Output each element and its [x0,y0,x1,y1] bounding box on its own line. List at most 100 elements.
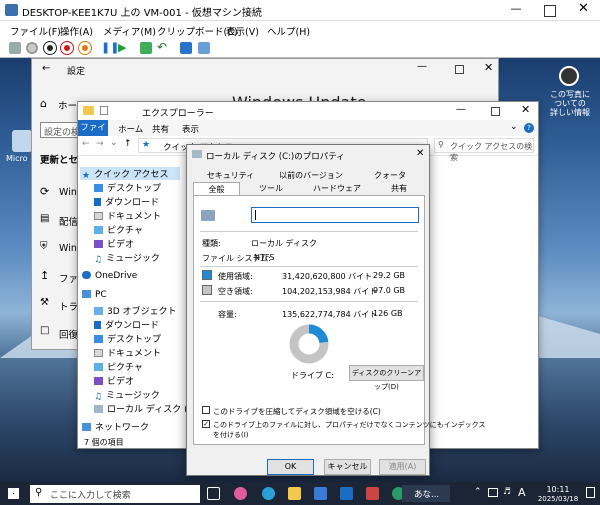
resume-icon[interactable]: ▶ [118,42,130,54]
explorer-maximize-button[interactable] [491,107,500,116]
explorer-ribbon-tabs: ファイル ホーム 共有 表示 ⌄ ? [78,120,538,149]
share-icon[interactable] [198,42,210,54]
notification-icon[interactable] [586,487,595,498]
nav-pc-videos[interactable]: ビデオ [94,374,134,387]
tab-sharing[interactable]: 共有 [373,182,425,195]
tray-chevron-icon[interactable]: ⌃ [474,487,482,497]
taskbar-search-box[interactable]: ⚲ ここに入力して検索 [30,485,200,503]
windows-start-icon[interactable] [8,488,19,499]
nav-pc-3d[interactable]: 3D オブジェクト [94,304,177,317]
nav-pc-pictures[interactable]: ピクチャ [94,360,143,373]
copilot-icon[interactable] [234,487,247,500]
cancel-button[interactable]: キャンセル [324,459,371,475]
outlook-icon[interactable] [340,487,353,500]
clock-time[interactable]: 10:11 [538,485,578,494]
nav-pc[interactable]: PC [82,290,107,300]
taskbar-search-text: ここに入力して検索 [50,491,131,501]
nav-onedrive[interactable]: OneDrive [82,271,137,281]
nav-network[interactable]: ネットワーク [82,420,149,433]
settings-close-button[interactable]: ✕ [484,61,493,74]
file-explorer-icon[interactable] [288,487,301,500]
ime-mode-icon[interactable]: A [518,486,526,499]
dialog-close-button[interactable]: ✕ [416,148,424,159]
tab-previous-versions[interactable]: 以前のバージョン [269,169,353,182]
clock-date[interactable]: 2025/03/18 [533,495,583,503]
nav-qa-music[interactable]: ♫ ミュージック [94,251,160,265]
nav-qa-pictures[interactable]: ピクチャ [94,223,143,236]
store-icon[interactable] [314,487,327,500]
settings-maximize-button[interactable] [455,65,464,74]
disk-properties-dialog: ローカル ディスク (C:)のプロパティ ✕ セキュリティ 以前のバージョン ク… [186,144,485,476]
save-icon[interactable] [79,42,91,54]
nav-qa-desktop[interactable]: デスクトップ [94,181,161,194]
nav-pc-documents[interactable]: ドキュメント [94,346,161,359]
start-icon[interactable] [26,42,38,54]
nav-qa-downloads[interactable]: ダウンロード [94,195,159,208]
explorer-close-button[interactable]: ✕ [521,103,530,116]
nav-pc-music[interactable]: ♫ ミュージック [94,388,160,402]
maximize-button[interactable] [544,5,556,17]
nav-pc-local-disk[interactable]: ローカル ディスク (C:) [94,402,200,415]
checkpoint-icon[interactable] [140,42,152,54]
menu-file[interactable]: ファイル(F) [10,24,61,38]
vm-app-icon [5,4,18,16]
recent-chevron-icon[interactable]: ⌄ [110,138,118,148]
nav-pc-downloads[interactable]: ダウンロード [94,318,159,331]
pause-icon[interactable]: ❚❚ [101,42,119,54]
nav-pc-desktop[interactable]: デスクトップ [94,332,161,345]
network-tray-icon[interactable] [488,488,498,497]
media-app-icon[interactable] [366,487,379,500]
compress-checkbox[interactable] [202,406,210,414]
up-arrow-icon[interactable]: ↑ [124,139,132,149]
ok-button[interactable]: OK [267,459,314,475]
host-window-title: DESKTOP-KEE1K7U 上の VM-001 - 仮想マシン接続 [22,8,262,19]
tab-home[interactable]: ホーム [118,123,143,135]
menu-view[interactable]: 表示(V) [226,24,259,38]
tab-general[interactable]: 全般 [193,182,240,196]
explorer-minimize-button[interactable]: — [456,104,466,115]
menu-media[interactable]: メディア(M) [103,24,156,38]
recovery-icon: □ [40,325,50,336]
disk-cleanup-button[interactable]: ディスクのクリーンアップ(D) [349,365,424,391]
tab-hardware[interactable]: ハードウェア [302,182,372,195]
quick-access-toolbar-icon[interactable] [100,106,108,115]
menu-help[interactable]: ヘルプ(H) [267,24,310,38]
turn-off-icon[interactable] [44,42,56,54]
host-toolbar: ❚❚ ▶ ↶ [0,38,600,58]
settings-back-icon[interactable]: ← [42,63,50,74]
help-icon[interactable]: ? [524,123,534,133]
index-checkbox[interactable]: ✓ [202,420,210,428]
menu-action[interactable]: 操作(A) [60,24,93,38]
revert-icon[interactable]: ↶ [157,41,169,54]
edge-icon[interactable] [262,487,275,500]
apply-button[interactable]: 適用(A) [379,459,426,475]
tab-tools[interactable]: ツール [241,182,301,195]
tab-file[interactable]: ファイル [78,120,108,149]
minimize-button[interactable]: — [506,2,526,15]
camera-icon[interactable] [559,66,579,86]
tab-quota[interactable]: クォータ [355,169,425,182]
enhanced-session-icon[interactable] [180,42,192,54]
ctrl-alt-del-icon[interactable] [9,42,21,54]
nav-qa-videos[interactable]: ビデオ [94,237,134,250]
nav-quick-access[interactable]: ★ クイック アクセス [80,167,180,181]
drive-icon [94,405,103,413]
nav-qa-documents[interactable]: ドキュメント [94,209,161,222]
tab-share[interactable]: 共有 [152,123,169,135]
recycle-bin-icon[interactable] [12,130,32,152]
back-arrow-icon[interactable]: ← [82,139,90,149]
shutdown-icon[interactable] [61,42,73,54]
volume-icon[interactable]: ♬ [503,487,511,497]
tab-security[interactable]: セキュリティ [193,169,268,182]
forward-arrow-icon[interactable]: → [96,139,104,149]
nav-recovery[interactable]: 回復 [59,327,78,341]
explorer-search-input[interactable]: ⚲ クイック アクセスの検索 [434,138,534,162]
close-button[interactable]: ✕ [578,1,589,16]
task-view-icon[interactable] [207,487,220,500]
tab-view[interactable]: 表示 [182,123,199,135]
nav-label: クイック アクセス [94,170,169,180]
ribbon-expand-icon[interactable]: ⌄ [510,122,518,132]
nav-delivery[interactable]: 配信 [59,214,78,228]
drive-name-input[interactable] [251,207,419,223]
settings-minimize-button[interactable]: — [417,61,427,72]
